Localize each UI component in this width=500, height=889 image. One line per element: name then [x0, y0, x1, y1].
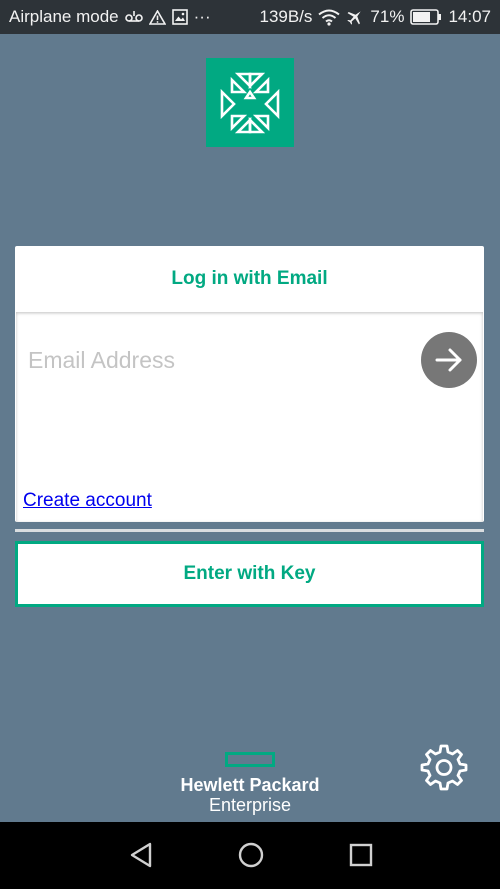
- more-notifications: ···: [193, 7, 211, 26]
- gear-icon: [420, 744, 468, 791]
- back-button[interactable]: [124, 838, 158, 872]
- recents-button[interactable]: [344, 838, 378, 872]
- home-icon: [238, 842, 264, 868]
- warning-icon: [148, 9, 166, 25]
- brand-line-2: Enterprise: [208, 795, 292, 815]
- settings-button[interactable]: [420, 743, 468, 791]
- voicemail-icon: [124, 10, 143, 24]
- recents-icon: [349, 843, 373, 867]
- hpe-brand-logo: Hewlett Packard Enterprise: [160, 752, 340, 815]
- cube-logo-icon: [220, 72, 280, 133]
- hpe-element-icon: [225, 752, 275, 767]
- status-bar: Airplane mode ··· 139B/s 71% 14:07: [0, 0, 500, 34]
- login-form: Create account: [16, 312, 483, 522]
- airplane-mode-label: Airplane mode: [9, 7, 119, 26]
- back-icon: [130, 842, 152, 868]
- divider: [15, 529, 484, 532]
- login-card: Log in with Email Create account: [15, 246, 484, 522]
- arrow-right-icon: [435, 348, 462, 372]
- email-input[interactable]: [28, 340, 418, 380]
- battery-icon: [410, 9, 442, 25]
- submit-email-button[interactable]: [421, 332, 477, 388]
- navigation-bar: [0, 822, 500, 889]
- battery-percent: 71%: [370, 7, 405, 26]
- wifi-icon: [318, 9, 341, 26]
- image-icon: [171, 9, 188, 25]
- enter-with-key-button[interactable]: Enter with Key: [15, 541, 484, 607]
- home-button[interactable]: [234, 838, 268, 872]
- login-email-title: Log in with Email: [171, 268, 328, 289]
- clock: 14:07: [448, 7, 491, 26]
- brand-line-1: Hewlett Packard: [180, 775, 320, 795]
- app-logo: [206, 58, 294, 147]
- airplane-icon: [346, 8, 364, 26]
- create-account-link[interactable]: Create account: [23, 490, 152, 512]
- network-speed: 139B/s: [259, 7, 313, 26]
